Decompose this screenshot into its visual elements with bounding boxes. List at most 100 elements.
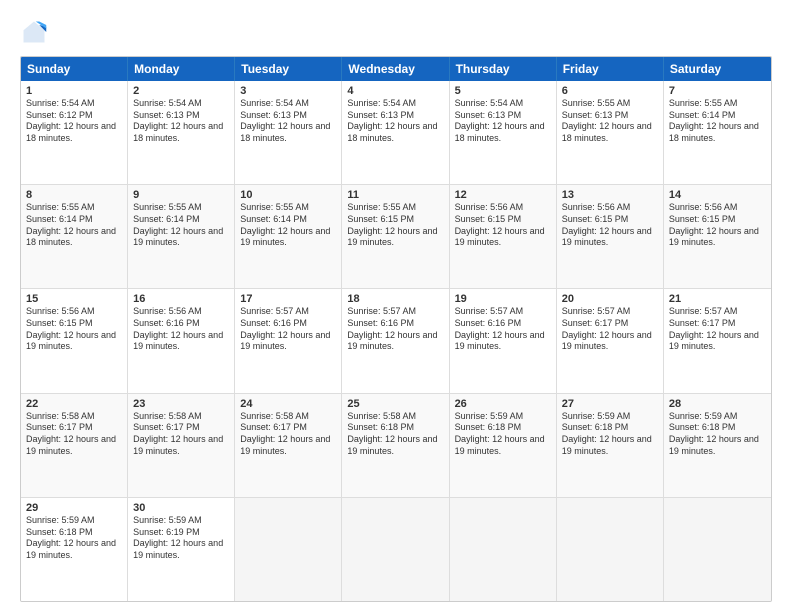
header [20, 18, 772, 46]
day-info: Sunrise: 5:59 AMSunset: 6:18 PMDaylight:… [562, 411, 658, 458]
day-cell-20: 20Sunrise: 5:57 AMSunset: 6:17 PMDayligh… [557, 289, 664, 392]
day-info: Sunrise: 5:56 AMSunset: 6:15 PMDaylight:… [26, 306, 122, 353]
day-info: Sunrise: 5:55 AMSunset: 6:15 PMDaylight:… [347, 202, 443, 249]
day-cell-11: 11Sunrise: 5:55 AMSunset: 6:15 PMDayligh… [342, 185, 449, 288]
header-day-monday: Monday [128, 57, 235, 81]
day-number: 23 [133, 398, 229, 410]
day-cell-8: 8Sunrise: 5:55 AMSunset: 6:14 PMDaylight… [21, 185, 128, 288]
day-cell-23: 23Sunrise: 5:58 AMSunset: 6:17 PMDayligh… [128, 394, 235, 497]
day-number: 28 [669, 398, 766, 410]
day-info: Sunrise: 5:55 AMSunset: 6:14 PMDaylight:… [669, 98, 766, 145]
empty-cell [450, 498, 557, 601]
day-number: 11 [347, 189, 443, 201]
calendar-body: 1Sunrise: 5:54 AMSunset: 6:12 PMDaylight… [21, 81, 771, 601]
day-info: Sunrise: 5:55 AMSunset: 6:14 PMDaylight:… [26, 202, 122, 249]
day-number: 30 [133, 502, 229, 514]
day-info: Sunrise: 5:59 AMSunset: 6:18 PMDaylight:… [26, 515, 122, 562]
day-number: 12 [455, 189, 551, 201]
day-number: 9 [133, 189, 229, 201]
header-day-friday: Friday [557, 57, 664, 81]
day-number: 13 [562, 189, 658, 201]
day-info: Sunrise: 5:55 AMSunset: 6:13 PMDaylight:… [562, 98, 658, 145]
day-number: 25 [347, 398, 443, 410]
day-info: Sunrise: 5:54 AMSunset: 6:13 PMDaylight:… [347, 98, 443, 145]
header-day-sunday: Sunday [21, 57, 128, 81]
day-cell-25: 25Sunrise: 5:58 AMSunset: 6:18 PMDayligh… [342, 394, 449, 497]
empty-cell [557, 498, 664, 601]
day-number: 16 [133, 293, 229, 305]
day-number: 26 [455, 398, 551, 410]
day-number: 5 [455, 85, 551, 97]
day-info: Sunrise: 5:58 AMSunset: 6:18 PMDaylight:… [347, 411, 443, 458]
day-cell-5: 5Sunrise: 5:54 AMSunset: 6:13 PMDaylight… [450, 81, 557, 184]
day-cell-4: 4Sunrise: 5:54 AMSunset: 6:13 PMDaylight… [342, 81, 449, 184]
empty-cell [342, 498, 449, 601]
logo [20, 18, 52, 46]
day-cell-1: 1Sunrise: 5:54 AMSunset: 6:12 PMDaylight… [21, 81, 128, 184]
day-info: Sunrise: 5:59 AMSunset: 6:19 PMDaylight:… [133, 515, 229, 562]
day-number: 6 [562, 85, 658, 97]
day-info: Sunrise: 5:57 AMSunset: 6:17 PMDaylight:… [562, 306, 658, 353]
day-info: Sunrise: 5:58 AMSunset: 6:17 PMDaylight:… [26, 411, 122, 458]
day-cell-2: 2Sunrise: 5:54 AMSunset: 6:13 PMDaylight… [128, 81, 235, 184]
day-cell-13: 13Sunrise: 5:56 AMSunset: 6:15 PMDayligh… [557, 185, 664, 288]
day-info: Sunrise: 5:58 AMSunset: 6:17 PMDaylight:… [133, 411, 229, 458]
day-cell-27: 27Sunrise: 5:59 AMSunset: 6:18 PMDayligh… [557, 394, 664, 497]
day-cell-15: 15Sunrise: 5:56 AMSunset: 6:15 PMDayligh… [21, 289, 128, 392]
day-cell-18: 18Sunrise: 5:57 AMSunset: 6:16 PMDayligh… [342, 289, 449, 392]
day-cell-22: 22Sunrise: 5:58 AMSunset: 6:17 PMDayligh… [21, 394, 128, 497]
calendar: SundayMondayTuesdayWednesdayThursdayFrid… [20, 56, 772, 602]
empty-cell [235, 498, 342, 601]
day-cell-12: 12Sunrise: 5:56 AMSunset: 6:15 PMDayligh… [450, 185, 557, 288]
day-cell-30: 30Sunrise: 5:59 AMSunset: 6:19 PMDayligh… [128, 498, 235, 601]
day-info: Sunrise: 5:55 AMSunset: 6:14 PMDaylight:… [133, 202, 229, 249]
day-number: 27 [562, 398, 658, 410]
calendar-row-0: 1Sunrise: 5:54 AMSunset: 6:12 PMDaylight… [21, 81, 771, 185]
day-info: Sunrise: 5:56 AMSunset: 6:16 PMDaylight:… [133, 306, 229, 353]
day-cell-21: 21Sunrise: 5:57 AMSunset: 6:17 PMDayligh… [664, 289, 771, 392]
day-cell-3: 3Sunrise: 5:54 AMSunset: 6:13 PMDaylight… [235, 81, 342, 184]
day-number: 24 [240, 398, 336, 410]
day-cell-17: 17Sunrise: 5:57 AMSunset: 6:16 PMDayligh… [235, 289, 342, 392]
day-number: 2 [133, 85, 229, 97]
day-number: 19 [455, 293, 551, 305]
day-number: 15 [26, 293, 122, 305]
day-number: 8 [26, 189, 122, 201]
page: SundayMondayTuesdayWednesdayThursdayFrid… [0, 0, 792, 612]
day-number: 3 [240, 85, 336, 97]
day-info: Sunrise: 5:55 AMSunset: 6:14 PMDaylight:… [240, 202, 336, 249]
day-cell-10: 10Sunrise: 5:55 AMSunset: 6:14 PMDayligh… [235, 185, 342, 288]
day-info: Sunrise: 5:57 AMSunset: 6:16 PMDaylight:… [240, 306, 336, 353]
day-number: 4 [347, 85, 443, 97]
day-info: Sunrise: 5:56 AMSunset: 6:15 PMDaylight:… [669, 202, 766, 249]
day-info: Sunrise: 5:56 AMSunset: 6:15 PMDaylight:… [562, 202, 658, 249]
day-info: Sunrise: 5:54 AMSunset: 6:13 PMDaylight:… [133, 98, 229, 145]
day-cell-29: 29Sunrise: 5:59 AMSunset: 6:18 PMDayligh… [21, 498, 128, 601]
calendar-header: SundayMondayTuesdayWednesdayThursdayFrid… [21, 57, 771, 81]
day-info: Sunrise: 5:54 AMSunset: 6:13 PMDaylight:… [455, 98, 551, 145]
day-cell-24: 24Sunrise: 5:58 AMSunset: 6:17 PMDayligh… [235, 394, 342, 497]
day-number: 1 [26, 85, 122, 97]
day-number: 29 [26, 502, 122, 514]
day-info: Sunrise: 5:59 AMSunset: 6:18 PMDaylight:… [455, 411, 551, 458]
day-cell-14: 14Sunrise: 5:56 AMSunset: 6:15 PMDayligh… [664, 185, 771, 288]
day-cell-26: 26Sunrise: 5:59 AMSunset: 6:18 PMDayligh… [450, 394, 557, 497]
calendar-row-3: 22Sunrise: 5:58 AMSunset: 6:17 PMDayligh… [21, 394, 771, 498]
calendar-row-1: 8Sunrise: 5:55 AMSunset: 6:14 PMDaylight… [21, 185, 771, 289]
day-number: 22 [26, 398, 122, 410]
day-cell-9: 9Sunrise: 5:55 AMSunset: 6:14 PMDaylight… [128, 185, 235, 288]
day-info: Sunrise: 5:58 AMSunset: 6:17 PMDaylight:… [240, 411, 336, 458]
day-info: Sunrise: 5:59 AMSunset: 6:18 PMDaylight:… [669, 411, 766, 458]
day-number: 10 [240, 189, 336, 201]
day-number: 7 [669, 85, 766, 97]
day-number: 21 [669, 293, 766, 305]
day-cell-16: 16Sunrise: 5:56 AMSunset: 6:16 PMDayligh… [128, 289, 235, 392]
empty-cell [664, 498, 771, 601]
day-cell-19: 19Sunrise: 5:57 AMSunset: 6:16 PMDayligh… [450, 289, 557, 392]
day-number: 18 [347, 293, 443, 305]
calendar-row-4: 29Sunrise: 5:59 AMSunset: 6:18 PMDayligh… [21, 498, 771, 601]
day-cell-7: 7Sunrise: 5:55 AMSunset: 6:14 PMDaylight… [664, 81, 771, 184]
header-day-tuesday: Tuesday [235, 57, 342, 81]
day-info: Sunrise: 5:57 AMSunset: 6:16 PMDaylight:… [347, 306, 443, 353]
day-cell-28: 28Sunrise: 5:59 AMSunset: 6:18 PMDayligh… [664, 394, 771, 497]
